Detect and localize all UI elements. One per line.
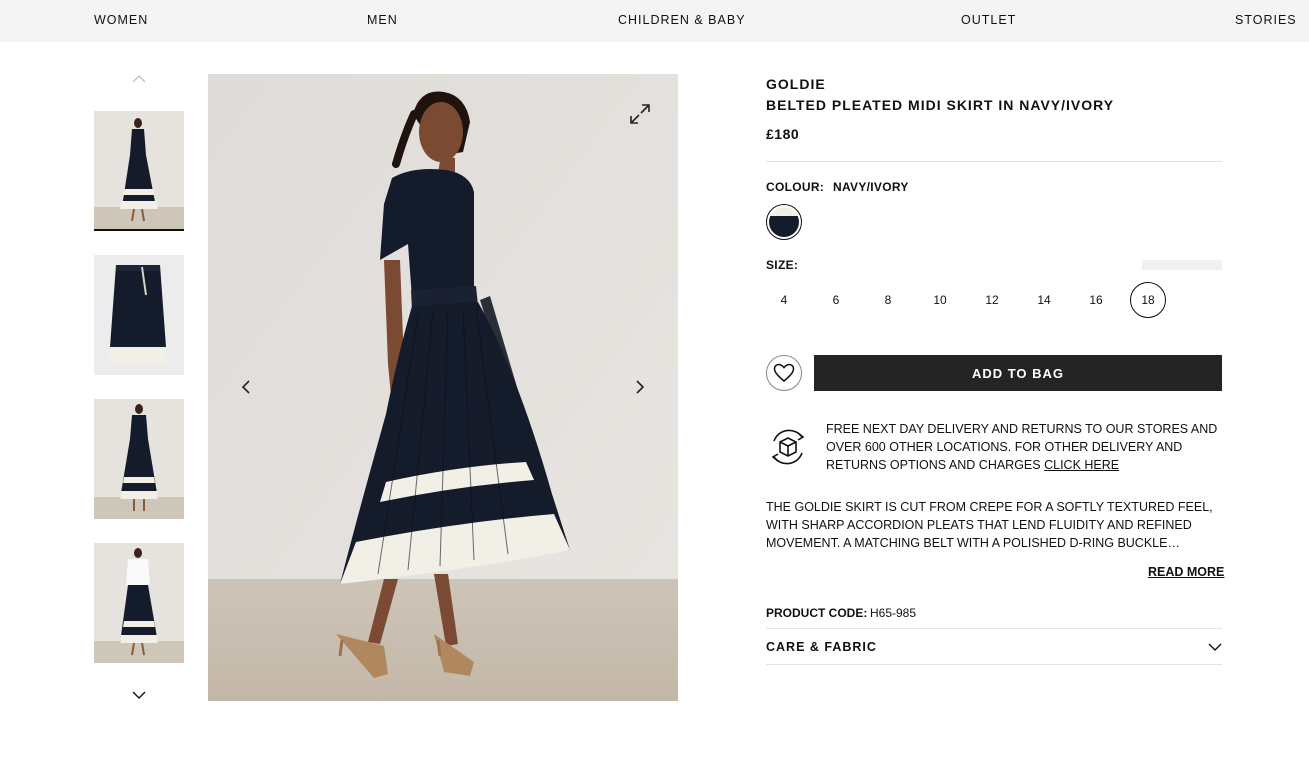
main-product-image[interactable] xyxy=(208,74,678,701)
chevron-down-icon xyxy=(132,691,146,699)
delivery-returns-icon xyxy=(771,429,805,465)
thumbnail-flat-skirt-image xyxy=(94,255,184,375)
size-option-10[interactable]: 10 xyxy=(922,282,958,318)
size-option-16[interactable]: 16 xyxy=(1078,282,1114,318)
delivery-click-here-link[interactable]: CLICK HERE xyxy=(1044,458,1119,472)
product-name: BELTED PLEATED MIDI SKIRT IN NAVY/IVORY xyxy=(766,97,1115,113)
expand-icon xyxy=(630,104,650,124)
thumbnail-1[interactable] xyxy=(94,111,184,231)
product-description: THE GOLDIE SKIRT IS CUT FROM CREPE FOR A… xyxy=(766,500,1213,550)
wishlist-button[interactable] xyxy=(766,355,802,391)
size-option-14[interactable]: 14 xyxy=(1026,282,1062,318)
size-option-6[interactable]: 6 xyxy=(818,282,854,318)
thumbnail-next-button[interactable] xyxy=(128,687,150,703)
colour-swatch-navy-ivory[interactable] xyxy=(766,204,802,240)
product-code-value: H65-985 xyxy=(870,606,917,620)
chevron-right-icon xyxy=(636,380,645,394)
size-option-18[interactable]: 18 xyxy=(1130,282,1166,318)
nav-item-outlet[interactable]: OUTLET xyxy=(961,13,1016,27)
nav-item-men[interactable]: MEN xyxy=(367,13,398,27)
product-price: £180 xyxy=(766,126,800,142)
thumbnail-3[interactable] xyxy=(94,399,184,519)
thumbnail-model-front-image xyxy=(94,111,184,229)
product-brand: GOLDIE xyxy=(766,76,826,92)
size-option-12[interactable]: 12 xyxy=(974,282,1010,318)
chevron-left-icon xyxy=(241,380,250,394)
nav-item-stories[interactable]: STORIES xyxy=(1235,13,1297,27)
image-next-button[interactable] xyxy=(628,374,652,400)
nav-item-children-baby[interactable]: CHILDREN & BABY xyxy=(618,13,746,27)
thumbnail-model-belt-image xyxy=(94,399,184,519)
size-guide-placeholder xyxy=(1142,260,1222,270)
thumbnail-model-white-shirt-image xyxy=(94,543,184,663)
delivery-info: FREE NEXT DAY DELIVERY AND RETURNS TO OU… xyxy=(826,420,1222,474)
care-fabric-label: CARE & FABRIC xyxy=(766,640,877,654)
product-code-label: PRODUCT CODE: xyxy=(766,606,868,620)
swatch-image xyxy=(769,207,799,237)
size-label: SIZE: xyxy=(766,258,799,272)
thumbnail-prev-button[interactable] xyxy=(128,71,150,87)
product-photo xyxy=(208,74,678,701)
chevron-up-icon xyxy=(132,75,146,83)
delivery-info-text: FREE NEXT DAY DELIVERY AND RETURNS TO OU… xyxy=(826,422,1218,472)
top-navigation: WOMEN MEN CHILDREN & BABY OUTLET STORIES xyxy=(0,0,1309,42)
size-option-8[interactable]: 8 xyxy=(870,282,906,318)
nav-item-women[interactable]: WOMEN xyxy=(94,13,148,27)
divider xyxy=(766,161,1222,162)
size-option-4[interactable]: 4 xyxy=(766,282,802,318)
image-prev-button[interactable] xyxy=(234,374,258,400)
thumbnail-2[interactable] xyxy=(94,255,184,375)
expand-image-button[interactable] xyxy=(626,100,654,128)
chevron-down-icon xyxy=(1208,643,1222,651)
divider xyxy=(766,664,1222,665)
colour-label: COLOUR: xyxy=(766,180,825,194)
read-more-link[interactable]: READ MORE xyxy=(1148,565,1224,579)
heart-icon xyxy=(773,363,795,382)
add-to-bag-button[interactable]: ADD TO BAG xyxy=(814,355,1222,391)
colour-value: NAVY/IVORY xyxy=(833,180,909,194)
thumbnail-4[interactable] xyxy=(94,543,184,663)
care-fabric-accordion[interactable]: CARE & FABRIC xyxy=(766,629,1222,665)
